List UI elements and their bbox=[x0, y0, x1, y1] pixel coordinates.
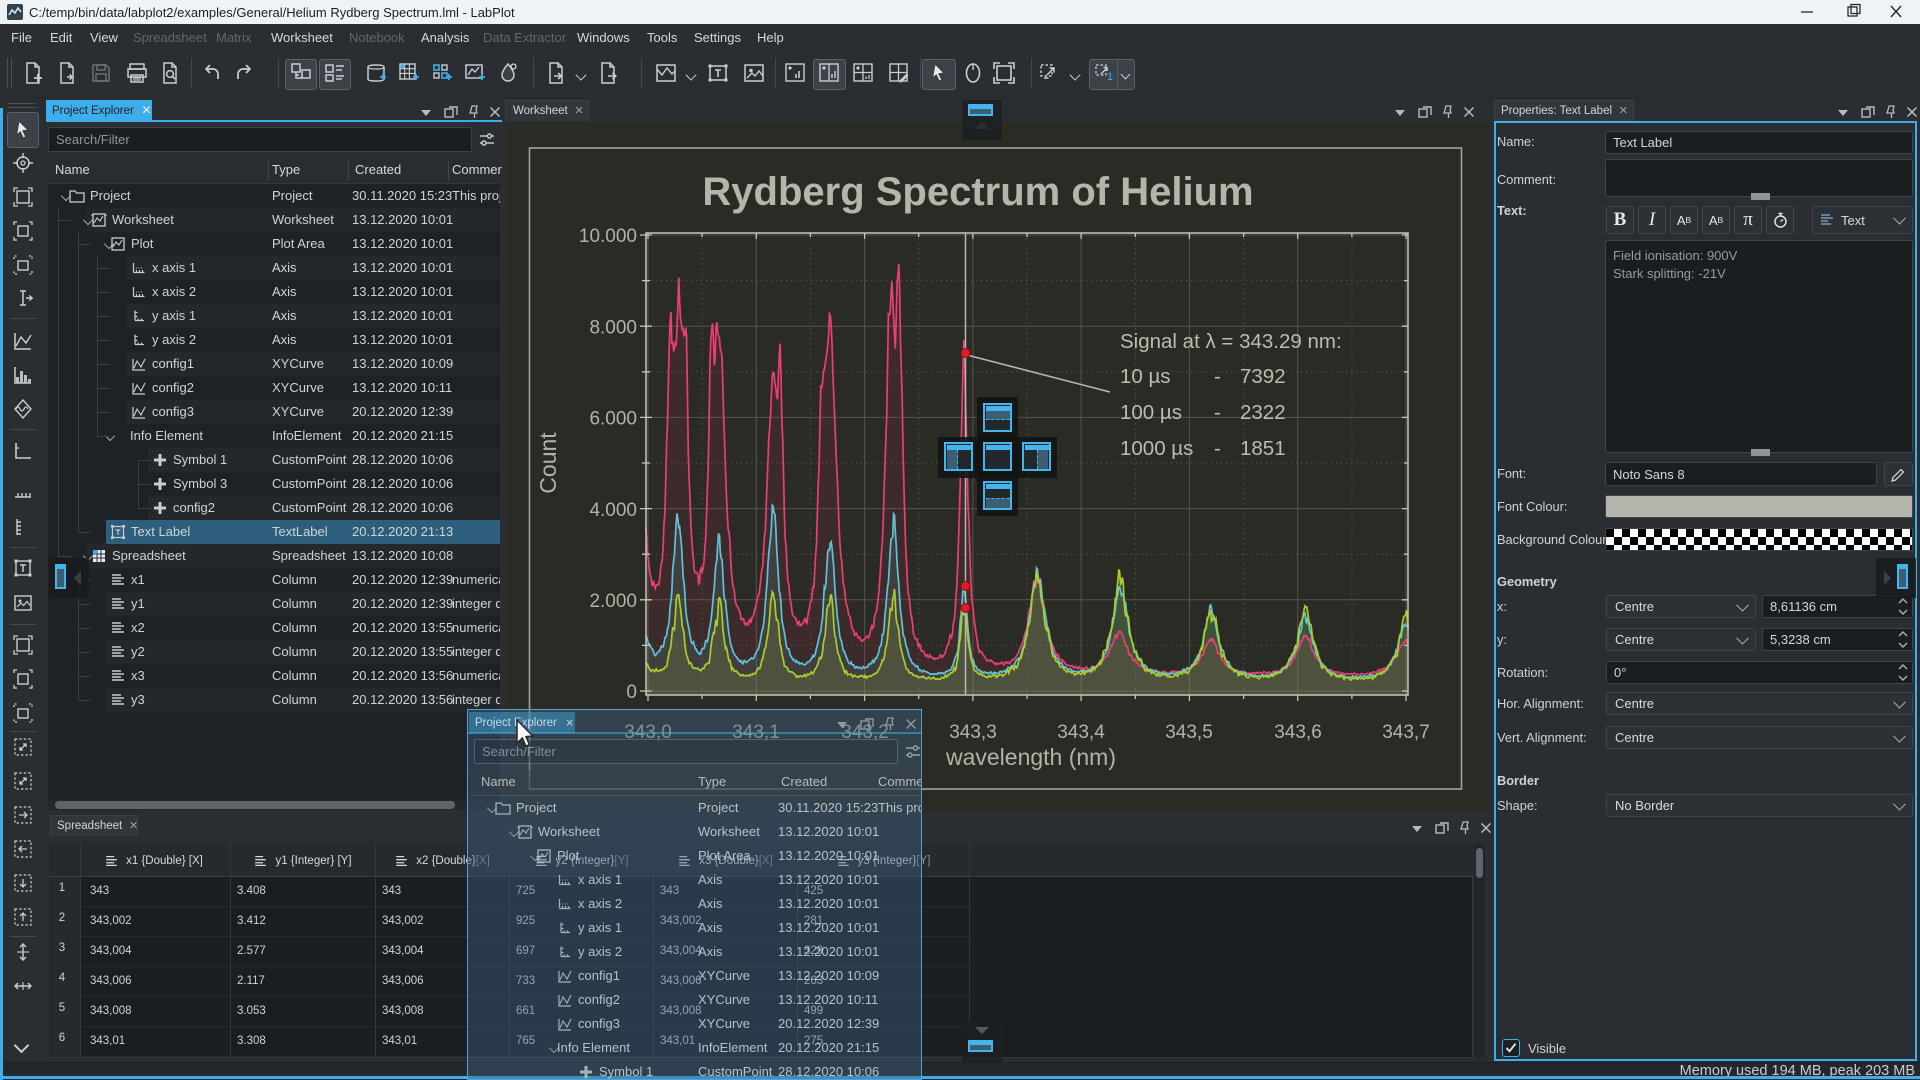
svg-text:-: - bbox=[1214, 365, 1221, 388]
svg-text:100 µs: 100 µs bbox=[1120, 401, 1182, 424]
svg-text:10 µs: 10 µs bbox=[1120, 365, 1171, 388]
svg-text:7392: 7392 bbox=[1240, 365, 1286, 388]
svg-text:-: - bbox=[1214, 401, 1221, 424]
svg-text:1000 µs: 1000 µs bbox=[1120, 437, 1193, 460]
svg-text:1851: 1851 bbox=[1240, 437, 1286, 460]
svg-text:wavelength (nm): wavelength (nm) bbox=[945, 744, 1116, 770]
svg-text:2.000: 2.000 bbox=[589, 591, 637, 612]
svg-text:Signal at λ = 343.29 nm:: Signal at λ = 343.29 nm: bbox=[1120, 330, 1342, 353]
svg-text:2322: 2322 bbox=[1240, 401, 1286, 424]
svg-text:343,6: 343,6 bbox=[1274, 722, 1322, 743]
svg-text:10.000: 10.000 bbox=[579, 226, 637, 247]
svg-text:0: 0 bbox=[626, 682, 637, 703]
svg-text:Count: Count bbox=[535, 432, 561, 494]
svg-text:343,7: 343,7 bbox=[1382, 722, 1430, 743]
svg-text:Rydberg Spectrum of Helium: Rydberg Spectrum of Helium bbox=[702, 170, 1253, 214]
svg-text:6.000: 6.000 bbox=[589, 409, 637, 430]
svg-text:8.000: 8.000 bbox=[589, 317, 637, 338]
svg-text:-: - bbox=[1214, 437, 1221, 460]
svg-text:343,3: 343,3 bbox=[949, 722, 997, 743]
svg-text:4.000: 4.000 bbox=[589, 500, 637, 521]
svg-text:343,4: 343,4 bbox=[1057, 722, 1105, 743]
svg-text:343,5: 343,5 bbox=[1165, 722, 1213, 743]
svg-text:1: 1 bbox=[1107, 71, 1113, 83]
